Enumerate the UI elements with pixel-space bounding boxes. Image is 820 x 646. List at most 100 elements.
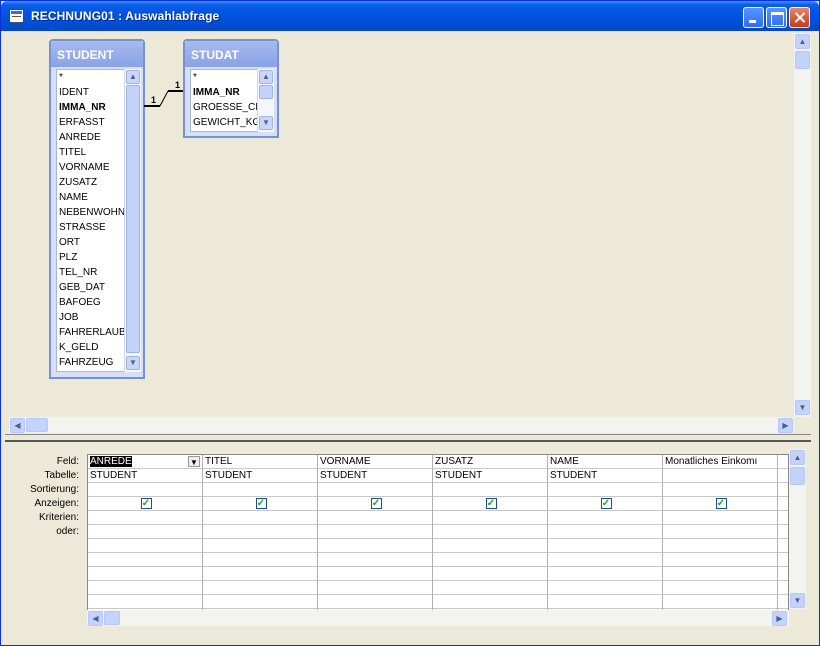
field-item[interactable]: JOB (57, 310, 127, 325)
table-pane-horizontal-scrollbar[interactable]: ◀ ▶ (9, 417, 794, 433)
grid-field-cell[interactable]: ANREDE ▼ (88, 455, 202, 469)
grid-empty-cell[interactable] (778, 525, 788, 539)
grid-field-cell[interactable]: VORNAME (318, 455, 432, 469)
field-item[interactable]: * (191, 70, 259, 85)
grid-field-cell[interactable]: TITEL (203, 455, 317, 469)
grid-empty-cell[interactable] (778, 469, 788, 483)
show-checkbox[interactable]: ✓ (370, 498, 382, 509)
grid-column[interactable]: TITEL STUDENT ✓ (203, 455, 318, 623)
field-item[interactable]: TEL_NR (57, 265, 127, 280)
field-item[interactable]: FAHRERLAUB (57, 325, 127, 340)
show-checkbox[interactable]: ✓ (255, 498, 267, 509)
grid-or-cell[interactable] (318, 581, 432, 595)
scroll-thumb[interactable] (26, 418, 48, 432)
table-pane[interactable]: STUDENT * IDENT IMMA_NR ERFASST ANREDE TITEL V… (5, 31, 811, 433)
grid-table-cell[interactable]: STUDENT (548, 469, 662, 483)
grid-or-cell[interactable] (203, 539, 317, 553)
grid-show-cell[interactable]: ✓ (433, 497, 547, 511)
grid-empty-cell[interactable] (778, 553, 788, 567)
scroll-right-icon[interactable]: ▶ (772, 611, 787, 626)
grid-or-cell[interactable] (663, 525, 777, 539)
field-item[interactable]: GEWICHT_KG (191, 115, 259, 130)
grid-or-cell[interactable] (88, 581, 202, 595)
grid-table-cell[interactable]: STUDENT (203, 469, 317, 483)
scroll-down-icon[interactable]: ▼ (795, 400, 810, 415)
table-pane-vertical-scrollbar[interactable]: ▲ ▼ (794, 33, 811, 417)
close-button[interactable] (789, 7, 810, 28)
grid-or-cell[interactable] (203, 581, 317, 595)
grid-or-cell[interactable] (433, 525, 547, 539)
scroll-right-icon[interactable]: ▶ (778, 418, 793, 433)
grid-or-cell[interactable] (548, 553, 662, 567)
grid-or-cell[interactable] (88, 595, 202, 609)
table-student-title[interactable]: STUDENT (51, 41, 143, 67)
grid-field-cell[interactable]: ZUSATZ (433, 455, 547, 469)
grid-table-cell[interactable]: STUDENT (433, 469, 547, 483)
grid-column[interactable]: NAME STUDENT ✓ (548, 455, 663, 623)
field-item[interactable]: GROESSE_CM (191, 100, 259, 115)
field-item[interactable]: PLZ (57, 250, 127, 265)
grid-column[interactable]: Monatliches Einkomı ✓ (663, 455, 778, 623)
grid-or-cell[interactable] (548, 581, 662, 595)
grid-empty-cell[interactable] (778, 455, 788, 469)
field-item[interactable]: TITEL (57, 145, 127, 160)
grid-table-cell[interactable]: STUDENT (88, 469, 202, 483)
table-student[interactable]: STUDENT * IDENT IMMA_NR ERFASST ANREDE TITEL V… (49, 39, 145, 379)
grid-sort-cell[interactable] (88, 483, 202, 497)
scroll-thumb[interactable] (104, 611, 120, 625)
dropdown-arrow-icon[interactable]: ▼ (188, 456, 200, 467)
grid-empty-cell[interactable] (778, 581, 788, 595)
grid-horizontal-scrollbar[interactable]: ◀ ▶ (87, 610, 789, 626)
grid-show-cell[interactable]: ✓ (88, 497, 202, 511)
table-studat[interactable]: STUDAT * IMMA_NR GROESSE_CM GEWICHT_KG ▲ ▼ (183, 39, 279, 138)
grid-field-cell[interactable]: NAME (548, 455, 662, 469)
table-student-scrollbar[interactable]: ▲ ▼ (124, 69, 141, 372)
scroll-thumb[interactable] (259, 85, 273, 99)
grid-criteria-cell[interactable] (663, 511, 777, 525)
grid-column[interactable]: VORNAME STUDENT ✓ (318, 455, 433, 623)
field-item[interactable]: ORT (57, 235, 127, 250)
grid-criteria-cell[interactable] (203, 511, 317, 525)
grid-show-cell[interactable]: ✓ (548, 497, 662, 511)
grid-or-cell[interactable] (548, 595, 662, 609)
field-item[interactable]: K_GELD (57, 340, 127, 355)
show-checkbox[interactable]: ✓ (140, 498, 152, 509)
field-item[interactable]: ANREDE (57, 130, 127, 145)
grid-or-cell[interactable] (433, 567, 547, 581)
scroll-thumb[interactable] (790, 467, 805, 485)
scroll-down-icon[interactable]: ▼ (259, 116, 273, 130)
field-item[interactable]: NAME (57, 190, 127, 205)
grid-or-cell[interactable] (663, 553, 777, 567)
scroll-down-icon[interactable]: ▼ (790, 593, 805, 608)
grid-column[interactable]: ANREDE ▼ STUDENT ✓ (88, 455, 203, 623)
scroll-left-icon[interactable]: ◀ (10, 418, 25, 433)
grid-show-cell[interactable]: ✓ (663, 497, 777, 511)
maximize-button[interactable] (766, 7, 787, 28)
grid-or-cell[interactable] (203, 567, 317, 581)
field-item[interactable]: NEBENWOHN (57, 205, 127, 220)
grid-or-cell[interactable] (433, 595, 547, 609)
show-checkbox[interactable]: ✓ (600, 498, 612, 509)
grid-or-cell[interactable] (88, 567, 202, 581)
scroll-thumb[interactable] (126, 85, 140, 353)
show-checkbox[interactable]: ✓ (715, 498, 727, 509)
scroll-up-icon[interactable]: ▲ (795, 34, 810, 49)
grid-or-cell[interactable] (548, 525, 662, 539)
grid-or-cell[interactable] (88, 553, 202, 567)
grid-empty-cell[interactable] (778, 483, 788, 497)
field-item[interactable]: GEB_DAT (57, 280, 127, 295)
grid-empty-cell[interactable] (778, 539, 788, 553)
grid-empty-cell[interactable] (778, 595, 788, 609)
scroll-down-icon[interactable]: ▼ (126, 356, 140, 370)
design-grid[interactable]: ANREDE ▼ STUDENT ✓ TITEL STUDENT ✓ VORNAME STUDE… (87, 454, 789, 624)
grid-table-cell[interactable]: STUDENT (318, 469, 432, 483)
grid-field-cell[interactable]: Monatliches Einkomı (663, 455, 777, 469)
grid-or-cell[interactable] (663, 567, 777, 581)
field-item[interactable]: ZUSATZ (57, 175, 127, 190)
scroll-left-icon[interactable]: ◀ (88, 611, 103, 626)
grid-or-cell[interactable] (433, 539, 547, 553)
grid-or-cell[interactable] (548, 567, 662, 581)
field-item[interactable]: FAHRZEUG (57, 355, 127, 370)
table-studat-field-list[interactable]: * IMMA_NR GROESSE_CM GEWICHT_KG (190, 69, 260, 132)
grid-or-cell[interactable] (203, 595, 317, 609)
